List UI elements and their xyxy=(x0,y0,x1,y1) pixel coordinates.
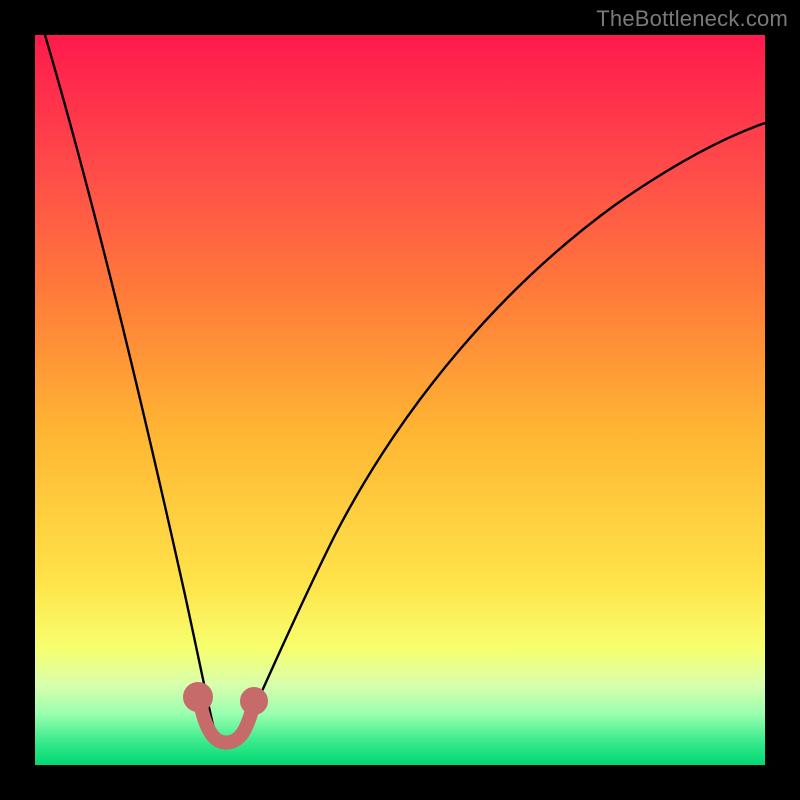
bottleneck-curve-path xyxy=(45,35,765,739)
chart-frame: TheBottleneck.com xyxy=(0,0,800,800)
plot-area xyxy=(35,35,765,765)
highlight-band xyxy=(190,689,261,743)
bottleneck-curve-svg xyxy=(35,35,765,765)
watermark-text: TheBottleneck.com xyxy=(596,6,788,32)
